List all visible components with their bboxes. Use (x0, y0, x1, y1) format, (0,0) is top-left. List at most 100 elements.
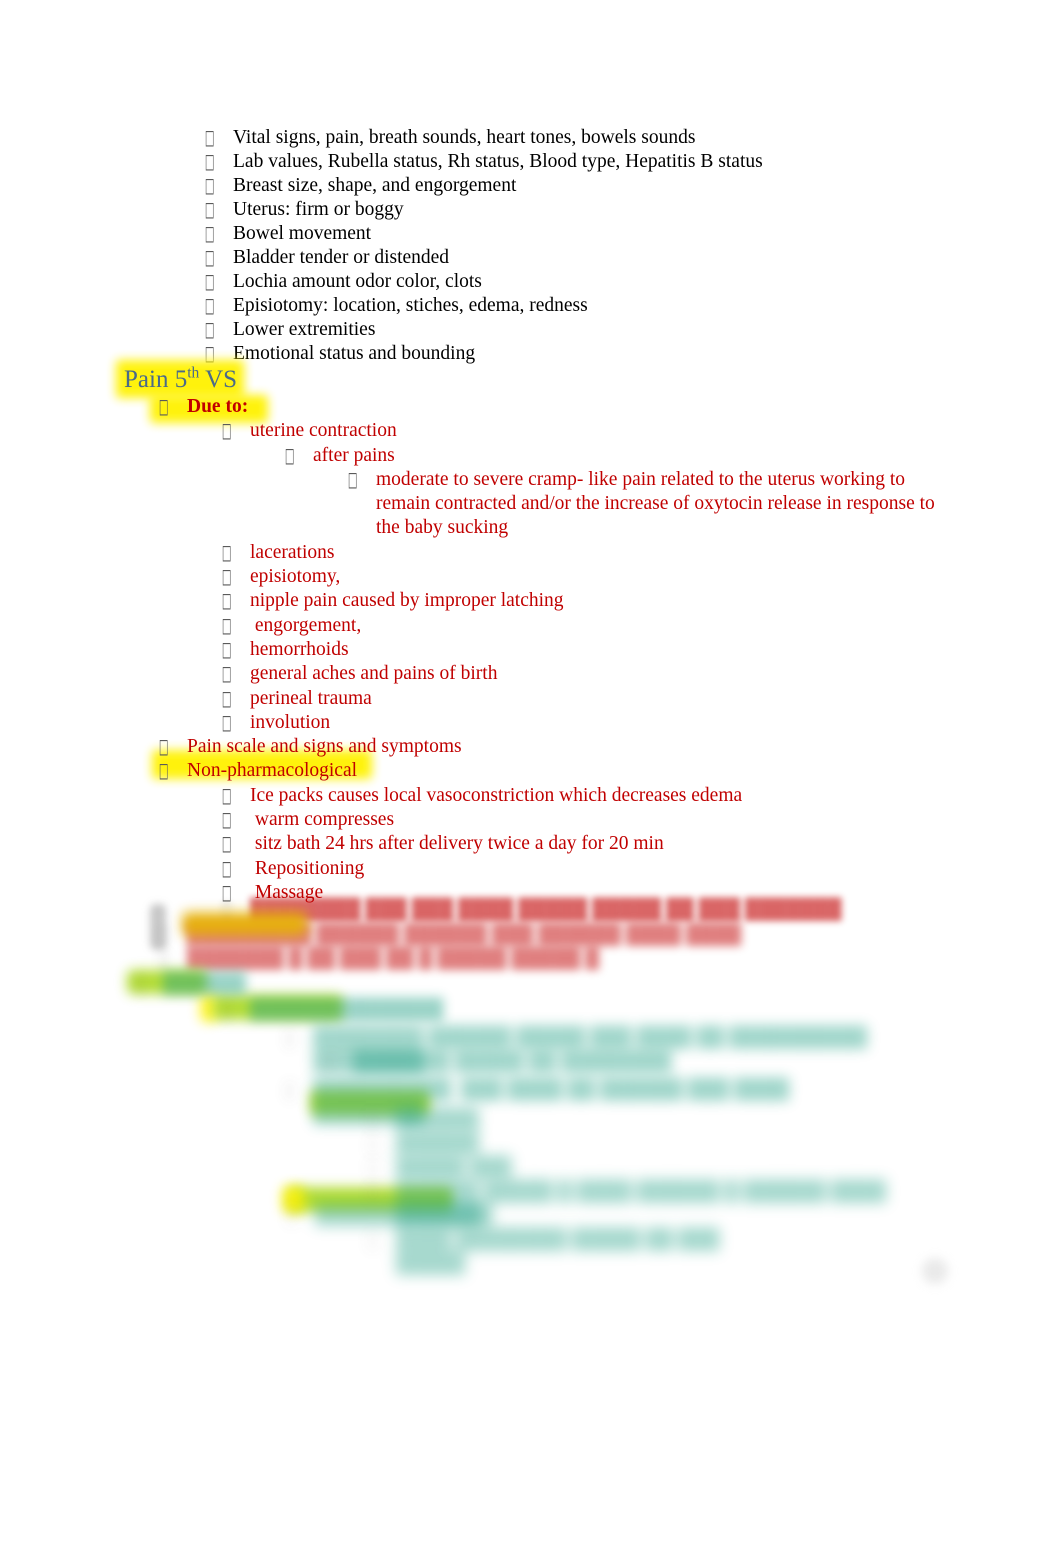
due-to-label: Due to: (187, 396, 249, 417)
redacted-line: ███████ █ ██ ███ ██ █ █████ █████ █ (0, 947, 862, 971)
non-pharmacological-item: Non-pharmacological (0, 759, 1062, 783)
redacted-line: ██████████████ (0, 998, 443, 1022)
square-bullet-icon (366, 1180, 396, 1204)
page-title: Pain 5th VS (124, 365, 237, 395)
square-bullet-icon (220, 711, 250, 735)
cause-label: lacerations (250, 541, 335, 563)
redacted-text: ████ ████████ █████ ██ ███ █████ (396, 1229, 725, 1274)
orange-highlight-smudge (182, 912, 307, 936)
cause-detail-label: moderate to severe cramp- like pain rela… (376, 468, 940, 539)
square-bullet-icon (346, 468, 376, 492)
cause-label: nipple pain caused by improper latching (250, 590, 564, 612)
list-item: Lower extremities (0, 318, 1062, 342)
page-corner-artifact (922, 1258, 948, 1284)
redacted-text: ███████ █████ ██ ████████ (353, 1051, 672, 1072)
cause-label: episiotomy, (250, 566, 341, 588)
cause-item: after pains (0, 444, 1062, 468)
cause-label: perineal trauma (250, 687, 372, 709)
redacted-text: ████████████ (315, 1204, 481, 1225)
square-bullet-icon (220, 998, 250, 1022)
list-item: Bladder tender or distended (0, 246, 1062, 270)
redacted-line: ██████ (20, 1132, 479, 1156)
cause-item: engorgement, (0, 614, 1062, 638)
page-title-text: Pain 5 (124, 366, 188, 393)
redacted-line: ████████ ███ ███ ████ █████ █████ ██ ███… (0, 898, 922, 922)
redacted-content-zone: ████████ ███ ███ ████ █████ █████ ██ ███… (0, 890, 1062, 1310)
non-pharm-measure-item: Repositioning (0, 857, 1062, 881)
square-bullet-icon (285, 1203, 315, 1227)
non-pharm-measure-label: Ice packs causes local vasoconstriction … (250, 784, 743, 806)
assessment-list: Vital signs, pain, breath sounds, heart … (0, 126, 1062, 366)
redacted-line: █████ ███ (20, 1156, 511, 1180)
redacted-line: ██████ (20, 1108, 479, 1132)
list-item-label: Lower extremities (233, 319, 376, 340)
square-bullet-icon (366, 1228, 396, 1252)
non-pharmacological-label: Non-pharmacological (187, 760, 358, 782)
square-bullet-icon (157, 395, 187, 419)
list-item-label: Bowel movement (233, 223, 372, 244)
redacted-text: ███████ █ ██ ███ ██ █ █████ █████ █ (187, 948, 600, 969)
non-pharm-measure-item: warm compresses (0, 808, 1062, 832)
square-bullet-icon (323, 1050, 353, 1074)
list-item: Bowel movement (0, 222, 1062, 246)
cause-item: episiotomy, (0, 565, 1062, 589)
square-bullet-icon (283, 1026, 313, 1050)
cause-item: hemorrhoids (0, 638, 1062, 662)
redacted-line: ██████ (0, 972, 246, 996)
non-pharm-measure-item: sitz bath 24 hrs after delivery twice a … (0, 832, 1062, 856)
cause-label: hemorrhoids (250, 638, 349, 660)
document-page: Vital signs, pain, breath sounds, heart … (0, 0, 1062, 1561)
square-bullet-icon (157, 759, 187, 783)
redacted-text: ████████ ███ ███ ████ █████ █████ ██ ███… (250, 899, 842, 920)
list-item: Uterus: firm or boggy (0, 198, 1062, 222)
square-bullet-icon (283, 1078, 313, 1102)
page-title-wrap: Pain 5th VS (0, 365, 237, 395)
list-item-label: Lab values, Rubella status, Rh status, B… (233, 151, 763, 172)
list-item: Lab values, Rubella status, Rh status, B… (0, 150, 1062, 174)
non-pharm-measure-label: sitz bath 24 hrs after delivery twice a … (250, 833, 664, 855)
cause-item: nipple pain caused by improper latching (0, 589, 1062, 613)
square-bullet-icon (220, 419, 250, 443)
cause-item: general aches and pains of birth (0, 662, 1062, 686)
bullet-smudge (150, 904, 166, 950)
page-title-suffix: VS (199, 366, 238, 393)
redacted-text: ██████ (163, 973, 246, 994)
list-item-label: Lochia amount odor color, clots (233, 271, 482, 292)
cause-item: lacerations (0, 541, 1062, 565)
redacted-line: ████ ████████ █████ ██ ███ █████ (20, 1228, 762, 1276)
cause-label: involution (250, 711, 331, 733)
non-pharm-measure-label: warm compresses (250, 809, 395, 831)
square-bullet-icon (283, 444, 313, 468)
due-to-item: Due to: (0, 395, 1062, 419)
cause-label: engorgement, (250, 614, 362, 636)
list-item: Lochia amount odor color, clots (0, 270, 1062, 294)
list-item-label: Breast size, shape, and engorgement (233, 175, 517, 196)
redacted-text: ██████ (396, 1109, 479, 1130)
list-item-label: Emotional status and bounding (233, 343, 476, 364)
list-item-label: Uterus: firm or boggy (233, 199, 404, 220)
redacted-text: ██████ (396, 1133, 479, 1154)
list-item: Breast size, shape, and engorgement (0, 174, 1062, 198)
square-bullet-icon (133, 972, 163, 996)
cause-detail-item: moderate to severe cramp- like pain rela… (0, 468, 1062, 541)
redacted-line: █████████ ██████ ██████ ███ ██████ ████ … (0, 923, 942, 947)
non-pharm-measure-item: Ice packs causes local vasoconstriction … (0, 784, 1062, 808)
list-item: Vital signs, pain, breath sounds, heart … (0, 126, 1062, 150)
redacted-text: ██████████████ (250, 999, 444, 1020)
redacted-line: ████████████ (65, 1203, 481, 1227)
cause-label: after pains (313, 444, 395, 466)
list-item-label: Episiotomy: location, stiches, edema, re… (233, 295, 588, 316)
list-item-label: Vital signs, pain, breath sounds, heart … (233, 127, 696, 148)
cause-item: perineal trauma (0, 687, 1062, 711)
pain-scale-label: Pain scale and signs and symptoms (187, 736, 462, 758)
cause-item: uterine contraction (0, 419, 1062, 443)
list-item-label: Bladder tender or distended (233, 247, 450, 268)
redacted-line: ███████ █████ ██ ████████ (40, 1050, 682, 1074)
cause-label: uterine contraction (250, 420, 397, 442)
cause-label: general aches and pains of birth (250, 663, 498, 685)
non-pharm-measure-label: Repositioning (250, 857, 365, 879)
list-item: Episiotomy: location, stiches, edema, re… (0, 294, 1062, 318)
pain-section: Due to: uterine contraction after pains … (0, 395, 1062, 905)
redacted-text: █████ ███ (396, 1157, 512, 1178)
square-bullet-icon (157, 947, 187, 971)
